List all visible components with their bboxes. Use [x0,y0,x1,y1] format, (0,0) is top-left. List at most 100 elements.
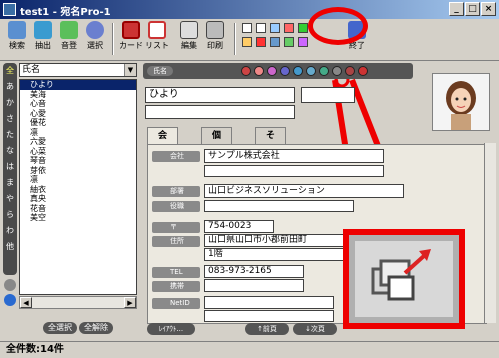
netid-input-2[interactable] [204,310,334,322]
honorific-input[interactable] [301,87,355,103]
list-item[interactable]: 優花 [20,118,136,128]
index-tab[interactable]: あ [3,79,17,95]
field-select[interactable]: 氏名 ▼ [19,63,137,77]
address-input[interactable]: 山口県山口市小郡前田町 [204,234,354,247]
deselect-all-button[interactable]: 全解除 [79,322,113,334]
delete-icon[interactable] [256,37,266,47]
color-label-dot[interactable] [267,66,277,76]
maximize-button[interactable]: □ [465,2,480,16]
position-input[interactable] [204,200,354,212]
list-item[interactable]: 琴音 [20,156,136,166]
company-input[interactable]: サンプル株式会社 [204,149,384,163]
tab-company[interactable]: 会社 [147,127,179,157]
extract-button[interactable]: 抽出 [30,19,56,57]
app-icon [3,3,16,16]
list-item[interactable]: 紬衣 [20,185,136,195]
add-icon[interactable] [298,23,308,33]
address-input-2[interactable]: 1階 [204,248,354,261]
company-input-2[interactable] [204,165,384,177]
register-button[interactable]: 音登 [56,19,82,57]
list-item[interactable]: 心菜 [20,147,136,157]
index-tab[interactable]: さ [3,111,17,127]
copy-export-icon [371,249,431,301]
index-tab[interactable]: は [3,159,17,175]
index-tab[interactable]: か [3,95,17,111]
export-icon[interactable] [284,23,294,33]
list-item[interactable]: 凛 [20,128,136,138]
mobile-label: 携帯 [152,281,200,292]
chevron-down-icon[interactable]: ▼ [124,64,136,76]
list-item[interactable]: 凛 [20,175,136,185]
list-item[interactable]: 六愛 [20,137,136,147]
zip-input[interactable]: 754-0023 [204,220,274,233]
title-bar: test1 - 宛名Pro-1 _ □ × [0,0,499,19]
print-button[interactable]: 印刷 [202,19,228,57]
trash-icon[interactable] [4,294,16,306]
horizontal-scrollbar[interactable]: ◀ ▶ [19,296,137,309]
index-tabs: 全あかさたなはまやらわ他 [3,63,17,275]
next-page-button[interactable]: ↓次頁 [293,323,337,335]
settings-icon[interactable] [4,279,16,291]
scroll-left-icon[interactable]: ◀ [20,297,32,308]
tab-other[interactable]: その他 [255,127,287,173]
color-label-dot[interactable] [293,66,303,76]
list-item[interactable]: 花音 [20,204,136,214]
index-tab[interactable]: や [3,191,17,207]
name-kana-input[interactable] [145,105,295,119]
index-tab[interactable]: た [3,127,17,143]
dept-input[interactable]: 山口ビジネスソリューション [204,184,404,198]
avatar[interactable] [432,73,490,131]
prev-page-button[interactable]: ↑前頁 [245,323,289,335]
color-label-dot[interactable] [319,66,329,76]
list-item[interactable]: 芽依 [20,166,136,176]
name-list[interactable]: ひより 美海 心音 心愛 優花凛六愛 心菜 琴音 芽依凛紬衣 真央 花音 美空 [19,79,137,295]
index-tab[interactable]: 他 [3,239,17,255]
sort-icon[interactable] [270,37,280,47]
tel-input[interactable]: 083-973-2165 [204,265,304,278]
register-icon [60,21,78,39]
color-label-dot[interactable] [345,66,355,76]
list-view-button[interactable]: リスト [144,19,170,57]
tel-label: TEL [152,267,200,278]
copy-icon[interactable] [256,23,266,33]
search-button[interactable]: 検索 [4,19,30,57]
edit-button[interactable]: 編集 [176,19,202,57]
index-tab[interactable]: わ [3,223,17,239]
color-label-dot[interactable] [280,66,290,76]
folder-icon[interactable] [242,37,252,47]
index-tab[interactable]: ま [3,175,17,191]
index-tab[interactable]: な [3,143,17,159]
tab-personal[interactable]: 個人 [201,127,233,157]
printer-icon [206,21,224,39]
new-doc-icon[interactable] [242,23,252,33]
list-item[interactable]: ひより [20,80,136,90]
name-header-bar: 氏名 [143,63,413,79]
color-label-dot[interactable] [332,66,342,76]
vertical-scrollbar[interactable] [484,143,496,323]
list-item[interactable]: 心愛 [20,109,136,119]
index-tab[interactable]: 全 [3,63,17,79]
list-item[interactable]: 美空 [20,213,136,223]
index-tab[interactable]: ら [3,207,17,223]
name-input[interactable]: ひより [145,87,295,103]
card-view-button[interactable]: カード [118,19,144,57]
select-all-button[interactable]: 全選択 [43,322,77,334]
scroll-right-icon[interactable]: ▶ [124,297,136,308]
window-title: test1 - 宛名Pro-1 [20,7,111,18]
color-label-dot[interactable] [306,66,316,76]
select-button[interactable]: 選択 [82,19,108,57]
color-label-dot[interactable] [358,66,368,76]
list-item[interactable]: 心音 [20,99,136,109]
import-icon[interactable] [270,23,280,33]
color-label-dot[interactable] [254,66,264,76]
close-button[interactable]: × [481,2,496,16]
minimize-button[interactable]: _ [449,2,464,16]
mobile-input[interactable] [204,279,304,292]
mail-icon[interactable] [298,37,308,47]
list-item[interactable]: 美海 [20,90,136,100]
check-icon[interactable] [284,37,294,47]
color-label-dot[interactable] [241,66,251,76]
netid-input[interactable] [204,296,334,309]
list-item[interactable]: 真央 [20,194,136,204]
layout-button[interactable]: ﾚｲｱｳﾄ... [147,323,195,335]
